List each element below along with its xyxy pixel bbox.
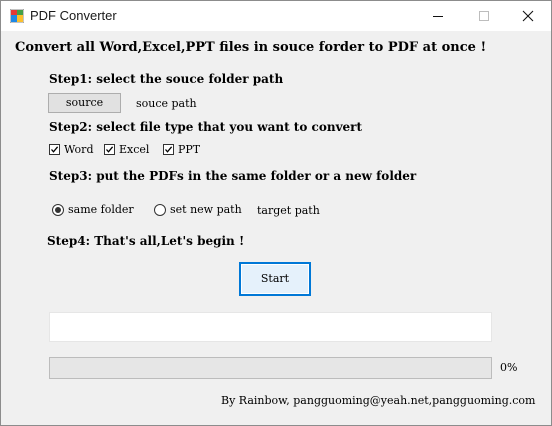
maximize-button[interactable] [461, 1, 507, 31]
ppt-checkbox[interactable]: PPT [163, 143, 200, 156]
source-button[interactable]: source [48, 93, 121, 113]
window-title: PDF Converter [30, 8, 117, 23]
step1-label: Step1: select the souce folder path [49, 72, 284, 86]
title-bar[interactable]: PDF Converter [1, 1, 551, 31]
close-button[interactable] [505, 1, 551, 31]
target-path-label: target path [257, 204, 320, 217]
page-heading: Convert all Word,Excel,PPT files in souc… [15, 40, 487, 55]
new-path-radio[interactable]: set new path [154, 203, 242, 216]
check-icon [106, 146, 114, 153]
word-checkbox-box [49, 144, 60, 155]
word-checkbox[interactable]: Word [49, 143, 93, 156]
pdf-app-icon [10, 9, 24, 23]
log-textbox[interactable] [49, 312, 492, 342]
excel-checkbox-box [104, 144, 115, 155]
ppt-checkbox-label: PPT [178, 143, 201, 156]
progress-bar [49, 357, 492, 379]
new-path-radio-circle [154, 203, 166, 216]
check-icon [51, 146, 59, 153]
close-icon [522, 10, 534, 22]
same-folder-radio-circle [52, 203, 64, 216]
step3-label: Step3: put the PDFs in the same folder o… [49, 169, 417, 183]
ppt-checkbox-box [163, 144, 174, 155]
progress-percent: 0% [500, 361, 518, 374]
pdf-converter-window: PDF Converter Convert all Word,Excel,PPT… [0, 0, 552, 426]
excel-checkbox[interactable]: Excel [104, 143, 149, 156]
minimize-button[interactable] [415, 1, 461, 31]
same-folder-radio[interactable]: same folder [52, 203, 134, 216]
same-folder-label: same folder [68, 203, 134, 216]
step2-label: Step2: select file type that you want to… [49, 120, 363, 134]
start-button[interactable]: Start [239, 262, 311, 296]
step4-label: Step4: That's all,Let's begin ! [47, 234, 245, 248]
footer-credits: By Rainbow, pangguoming@yeah.net,pangguo… [221, 394, 536, 407]
excel-checkbox-label: Excel [119, 143, 150, 156]
new-path-label: set new path [170, 203, 242, 216]
source-path-label: souce path [136, 97, 197, 110]
maximize-icon [479, 11, 489, 21]
minimize-icon [433, 16, 443, 17]
word-checkbox-label: Word [64, 143, 94, 156]
check-icon [165, 146, 173, 153]
